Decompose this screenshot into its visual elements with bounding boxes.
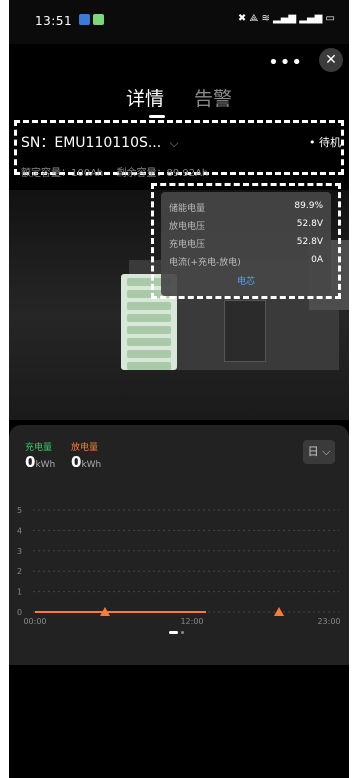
discharge-stat: 放电量 0kWh — [71, 440, 101, 471]
period-dropdown[interactable]: 日 ⌵ — [303, 440, 335, 464]
page-indicator — [169, 631, 184, 634]
y-tick-label: 4 — [17, 526, 22, 535]
cell-link[interactable]: 电芯 — [161, 274, 331, 287]
remaining-capacity: 剩余容量：89.92Ah — [116, 168, 209, 179]
discharge-value: 0 — [71, 453, 82, 471]
y-tick-label: 1 — [17, 588, 22, 597]
discharge-unit: kWh — [81, 460, 102, 470]
charge-unit: kWh — [35, 460, 56, 470]
status-time: 13:51 — [35, 14, 73, 28]
app-icon — [93, 14, 104, 25]
info-row: 充电电压 52.8V — [169, 237, 323, 250]
discharge-label: 放电量 — [71, 443, 99, 453]
tab-details[interactable]: 详情 — [126, 88, 164, 110]
charge-label: 充电量 — [25, 443, 53, 453]
info-row: 储能电量 89.9% — [169, 201, 323, 214]
sun-icon — [274, 607, 284, 616]
info-row: 电流(+充电-放电) 0A — [169, 255, 323, 268]
capacity-info: 额定容量：100Ah 剩余容量：89.92Ah — [21, 164, 218, 179]
device-selector[interactable]: SN：EMU110110S... ⌵ — [21, 132, 179, 152]
inverter-image — [224, 300, 266, 362]
system-icons: ✖ ⟁ ≋ ▂▄▆ ▂▄▆ ▭ — [237, 13, 335, 24]
battery-info-card: 储能电量 89.9% 放电电压 52.8V 充电电压 52.8V 电流(+充电-放电)… — [161, 192, 331, 296]
status-bar: 13:51 ✖ ⟁ ≋ ▂▄▆ ▂▄▆ ▭ — [9, 0, 349, 44]
y-tick-label: 3 — [17, 547, 22, 556]
device-sn: SN：EMU110110S... — [21, 135, 162, 151]
x-tick-label: 23:00 — [317, 617, 340, 626]
tab-alarms[interactable]: 告警 — [194, 88, 232, 110]
tab-underline — [149, 115, 165, 118]
notification-icons — [79, 14, 104, 25]
close-icon[interactable]: ✕ — [319, 48, 343, 72]
x-tick-label: 12:00 — [180, 617, 203, 626]
chevron-down-icon: ⌵ — [169, 136, 179, 150]
y-tick-label: 0 — [17, 608, 22, 617]
y-tick-label: 2 — [17, 567, 22, 576]
more-icon[interactable]: ••• — [268, 52, 303, 73]
top-bar: ••• ✕ — [9, 44, 349, 80]
charge-stat: 充电量 0kWh — [25, 440, 55, 471]
energy-chart: 0 1 2 3 4 5 00:00 12:00 23:00 — [17, 506, 341, 626]
tab-bar: 详情 告警 — [9, 84, 349, 111]
info-row: 放电电压 52.8V — [169, 219, 323, 232]
charge-value: 0 — [25, 453, 36, 471]
x-tick-label: 00:00 — [23, 617, 46, 626]
device-state: • 待机 — [309, 136, 341, 149]
rated-capacity: 额定容量：100Ah — [21, 168, 104, 179]
app-icon — [79, 14, 90, 25]
y-tick-label: 5 — [17, 506, 22, 515]
energy-panel: 充电量 0kWh 放电量 0kWh 日 ⌵ 0 1 2 3 4 5 00:00 12:00 23… — [9, 425, 349, 665]
phone-screen: 13:51 ✖ ⟁ ≋ ▂▄▆ ▂▄▆ ▭ ••• ✕ 详情 告警 SN：EMU… — [9, 0, 349, 778]
